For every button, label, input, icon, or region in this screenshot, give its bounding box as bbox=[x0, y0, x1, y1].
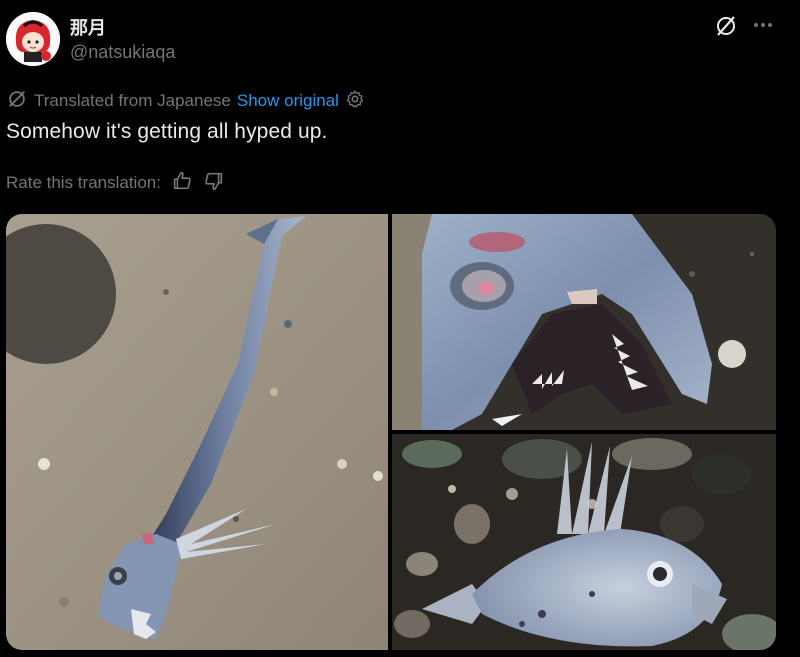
author-display-name[interactable]: 那月 bbox=[70, 14, 106, 40]
grok-icon[interactable] bbox=[714, 14, 738, 38]
photo-1[interactable] bbox=[6, 214, 388, 650]
media-grid bbox=[6, 214, 776, 650]
tweet-text: Somehow it's getting all hyped up. bbox=[6, 120, 328, 143]
show-original-link[interactable]: Show original bbox=[237, 91, 339, 111]
thumbs-down-icon[interactable] bbox=[203, 170, 225, 197]
author-handle[interactable]: @natsukiaqa bbox=[70, 42, 175, 63]
photo-2[interactable] bbox=[392, 214, 776, 430]
translate-icon bbox=[6, 88, 28, 115]
photo-3[interactable] bbox=[392, 434, 776, 650]
translation-notice: Translated from Japanese Show original bbox=[6, 88, 365, 115]
settings-gear-icon[interactable] bbox=[345, 89, 365, 114]
avatar[interactable] bbox=[6, 12, 60, 66]
more-icon[interactable] bbox=[752, 14, 774, 36]
rate-translation-label: Rate this translation: bbox=[6, 173, 161, 192]
rate-translation: Rate this translation: bbox=[6, 171, 225, 195]
translation-label: Translated from Japanese bbox=[34, 91, 231, 110]
thumbs-up-icon[interactable] bbox=[171, 170, 193, 197]
